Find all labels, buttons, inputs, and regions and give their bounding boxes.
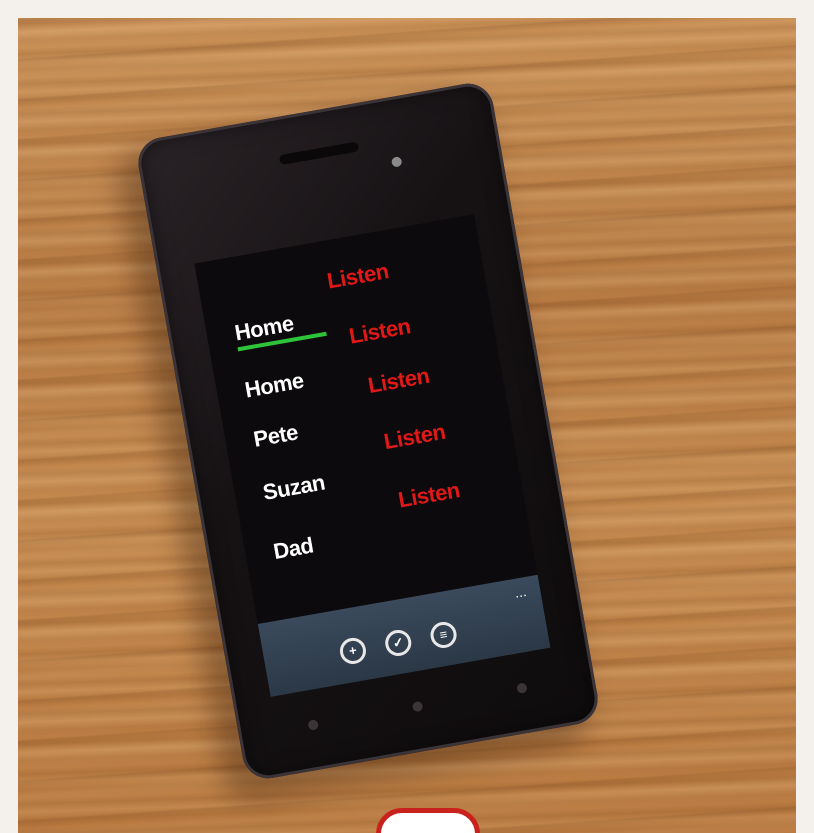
contact-name: Dad xyxy=(271,532,316,565)
front-camera-icon xyxy=(390,156,403,168)
add-icon[interactable]: + xyxy=(337,635,369,667)
contact-item-5[interactable]: Dad xyxy=(271,532,316,565)
back-hardware-button[interactable] xyxy=(307,719,320,731)
search-hardware-button[interactable] xyxy=(516,682,528,694)
app-bar: ... + ✓ ≡ xyxy=(257,574,551,697)
listen-button[interactable]: Listen xyxy=(382,419,447,455)
earpiece xyxy=(278,141,360,166)
contact-item-4[interactable]: Suzan xyxy=(260,469,327,505)
contact-item-3[interactable]: Pete xyxy=(251,419,300,452)
listen-button[interactable]: Listen xyxy=(366,363,431,399)
listen-button[interactable]: Listen xyxy=(325,258,390,294)
contact-item-2[interactable]: Home xyxy=(242,367,306,403)
phone-screen: Home Listen Home Listen Pete Listen Suza… xyxy=(194,214,551,697)
contact-name: Suzan xyxy=(260,469,327,505)
more-options-button[interactable]: ... xyxy=(513,583,527,601)
contact-item-1[interactable]: Home xyxy=(233,306,327,352)
contact-name: Home xyxy=(242,367,306,403)
list-icon[interactable]: ≡ xyxy=(428,619,459,651)
photo-frame: Home Listen Home Listen Pete Listen Suza… xyxy=(0,0,814,833)
home-hardware-button[interactable] xyxy=(411,700,424,713)
listen-button[interactable]: Listen xyxy=(347,313,412,349)
contact-name: Pete xyxy=(251,419,300,452)
app-badge xyxy=(376,808,480,833)
listen-button[interactable]: Listen xyxy=(396,477,461,513)
check-icon[interactable]: ✓ xyxy=(383,627,414,659)
